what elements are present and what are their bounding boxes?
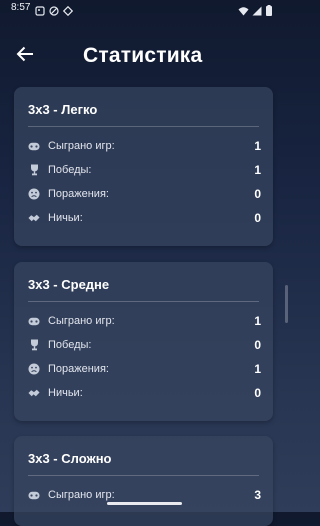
card-divider: [28, 126, 259, 127]
stats-card-medium: 3x3 - Средне Сыграно игр: 1 Победы: 0 По…: [14, 262, 273, 421]
status-bar: 8:57: [0, 0, 288, 18]
card-title: 3x3 - Легко: [28, 102, 98, 117]
stat-label-losses: Поражения:: [48, 188, 109, 200]
stat-value-wins: 1: [254, 163, 261, 177]
stat-label-played: Сыграно игр:: [48, 489, 115, 501]
stat-value-draws: 0: [254, 386, 261, 400]
stat-row-played: Сыграно игр: 1: [28, 138, 261, 154]
stat-row-draws: Ничьи: 0: [28, 385, 261, 401]
wifi-icon: [238, 3, 249, 16]
sad-face-icon: [28, 188, 40, 200]
stat-row-wins: Победы: 1: [28, 162, 261, 178]
image-icon: [35, 3, 45, 16]
stat-row-played: Сыграно игр: 1: [28, 313, 261, 329]
stat-row-draws: Ничьи: 0: [28, 210, 261, 226]
trophy-icon: [28, 339, 40, 351]
handshake-icon: [28, 387, 40, 399]
stat-value-draws: 0: [254, 211, 261, 225]
stat-row-wins: Победы: 0: [28, 337, 261, 353]
gamepad-icon: [28, 489, 40, 501]
stat-label-draws: Ничьи:: [48, 387, 83, 399]
card-title: 3x3 - Средне: [28, 277, 110, 292]
stat-value-wins: 0: [254, 338, 261, 352]
arrow-left-icon: [16, 46, 33, 62]
stats-card-hard: 3x3 - Сложно Сыграно игр: 3: [14, 436, 273, 526]
card-divider: [28, 475, 259, 476]
battery-icon: [266, 3, 272, 16]
gamepad-icon: [28, 140, 40, 152]
sad-face-icon: [28, 363, 40, 375]
handshake-icon: [28, 212, 40, 224]
diamond-icon: [62, 3, 74, 17]
stat-value-played: 1: [254, 139, 261, 153]
card-divider: [28, 301, 259, 302]
stats-card-easy: 3x3 - Легко Сыграно игр: 1 Победы: 1 Пор…: [14, 87, 273, 246]
status-time: 8:57: [11, 2, 31, 13]
stat-label-draws: Ничьи:: [48, 212, 83, 224]
stat-label-played: Сыграно игр:: [48, 140, 115, 152]
page-title: Статистика: [83, 44, 203, 67]
stat-label-wins: Победы:: [48, 339, 92, 351]
scrollbar[interactable]: [285, 285, 288, 323]
stat-value-played: 1: [254, 314, 261, 328]
stat-label-wins: Победы:: [48, 164, 92, 176]
signal-icon: [252, 3, 262, 16]
card-title: 3x3 - Сложно: [28, 451, 112, 466]
gesture-bar[interactable]: [107, 502, 182, 505]
stat-row-played: Сыграно игр: 3: [28, 487, 261, 503]
stat-value-played: 3: [254, 488, 261, 502]
no-entry-icon: [49, 3, 59, 16]
stat-label-losses: Поражения:: [48, 363, 109, 375]
stat-label-played: Сыграно игр:: [48, 315, 115, 327]
gamepad-icon: [28, 315, 40, 327]
stat-row-losses: Поражения: 1: [28, 361, 261, 377]
back-button[interactable]: [13, 42, 37, 66]
stat-value-losses: 0: [254, 187, 261, 201]
stat-row-losses: Поражения: 0: [28, 186, 261, 202]
trophy-icon: [28, 164, 40, 176]
stat-value-losses: 1: [254, 362, 261, 376]
